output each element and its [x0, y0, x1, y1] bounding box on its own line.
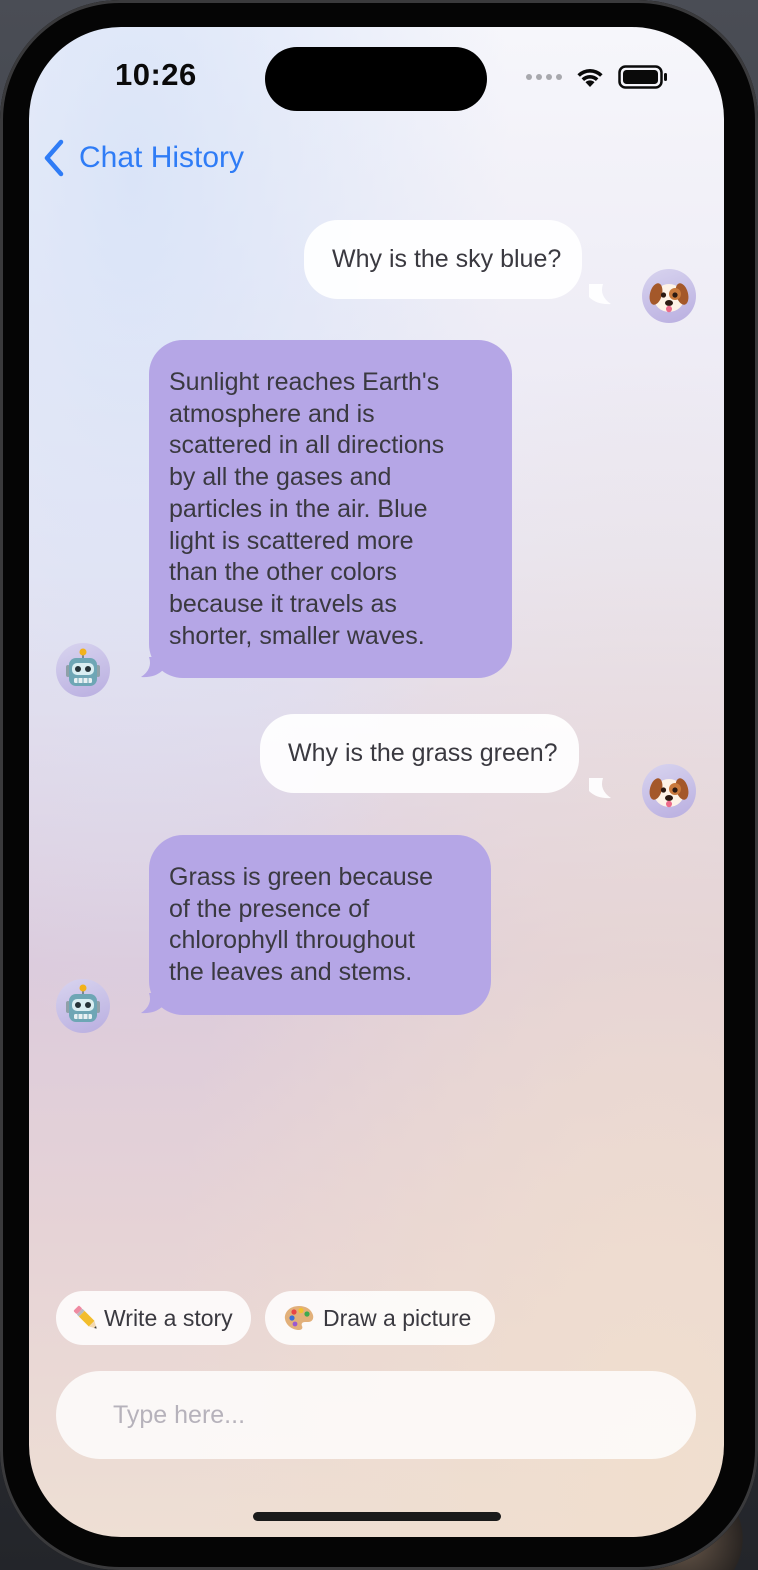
- puppy-face-icon: [649, 778, 689, 808]
- message-line: light is scattered more: [169, 526, 414, 555]
- message-line: chlorophyll throughout: [169, 926, 415, 955]
- user-avatar: [642, 269, 696, 323]
- bubble-tail: [141, 657, 163, 678]
- bubble-tail: [141, 993, 163, 1014]
- bot-message-bubble: Grass is green because of the presence o…: [149, 835, 491, 1015]
- message-text: Why is the sky blue?: [332, 245, 562, 273]
- palette-icon: [284, 1306, 314, 1330]
- message-text: Why is the grass green?: [288, 739, 558, 767]
- bubble-tail: [589, 284, 611, 305]
- chevron-left-icon: [44, 139, 64, 177]
- cellular-signal-icon: [526, 74, 562, 80]
- suggestion-label: Draw a picture: [323, 1304, 472, 1331]
- pencil-icon: [73, 1305, 97, 1329]
- robot-face-icon: [66, 984, 100, 1022]
- home-indicator[interactable]: [253, 1512, 501, 1521]
- user-message-bubble: Why is the sky blue?: [304, 220, 583, 299]
- suggestion-label: Write a story: [104, 1304, 233, 1331]
- message-line: than the other colors: [169, 558, 397, 587]
- back-button-label: Chat History: [79, 141, 245, 174]
- dynamic-island: [265, 47, 487, 111]
- message-line: the leaves and stems.: [169, 958, 413, 987]
- chat-screen: 10:26 Chat History Why is the sky blue?: [29, 27, 724, 1537]
- bot-message-bubble: Sunlight reaches Earth's atmosphere and …: [149, 340, 512, 679]
- message-line: particles in the air. Blue: [169, 494, 428, 523]
- message-composer: [56, 1371, 696, 1459]
- message-line: shorter, smaller waves.: [169, 621, 425, 650]
- back-button[interactable]: Chat History: [43, 139, 244, 177]
- message-line: Sunlight reaches Earth's: [169, 368, 440, 396]
- message-line: because it travels as: [169, 589, 397, 618]
- message-line: by all the gases and: [169, 463, 392, 492]
- robot-face-icon: [66, 648, 100, 686]
- bot-avatar: [56, 643, 110, 697]
- bot-avatar: [56, 979, 110, 1033]
- suggestion-draw-picture[interactable]: Draw a picture: [265, 1291, 495, 1345]
- user-message-bubble: Why is the grass green?: [260, 714, 579, 793]
- message-line: scattered in all directions: [169, 431, 445, 460]
- message-line: Grass is green because: [169, 863, 434, 891]
- message-line: atmosphere and is: [169, 399, 375, 428]
- message-line: of the presence of: [169, 894, 370, 923]
- wifi-icon: [577, 69, 603, 87]
- puppy-face-icon: [649, 283, 689, 313]
- user-avatar: [642, 764, 696, 818]
- suggestion-write-story[interactable]: Write a story: [56, 1291, 251, 1345]
- message-input[interactable]: [111, 1399, 696, 1431]
- bubble-tail: [589, 778, 611, 799]
- status-time: 10:26: [115, 57, 197, 92]
- battery-icon: [618, 65, 667, 89]
- status-indicators: [526, 65, 668, 89]
